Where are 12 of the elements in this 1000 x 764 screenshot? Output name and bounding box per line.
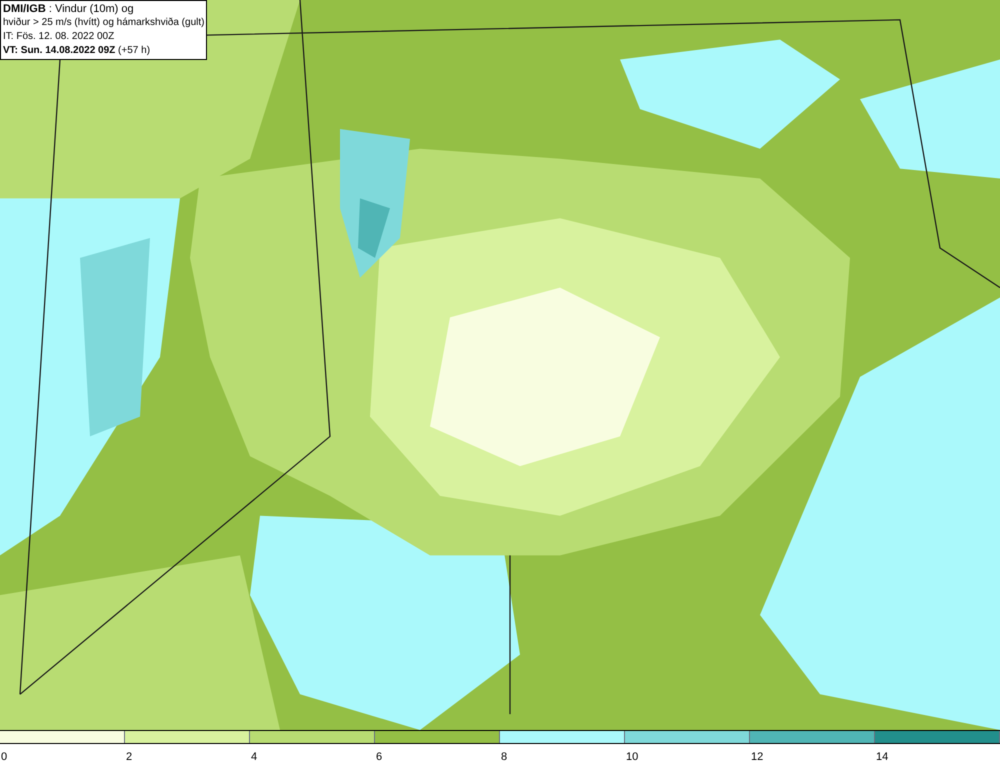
legend-label: 4 bbox=[250, 751, 258, 763]
legend-label: 10 bbox=[625, 751, 638, 763]
legend-label: 0 bbox=[0, 751, 8, 763]
legend-label: 2 bbox=[125, 751, 132, 763]
legend-label: 12 bbox=[750, 751, 764, 763]
legend-label: 14 bbox=[875, 751, 888, 763]
legend-label: 6 bbox=[375, 751, 382, 763]
legend-label: 8 bbox=[500, 751, 508, 763]
info-text: VT: Sun. 14.08.2022 09Z (+57 h) bbox=[3, 44, 152, 58]
info-text: hviður > 25 m/s (hvítt) og hámarkshviða (gult) bbox=[3, 16, 204, 30]
info-text: DMI/IGB : Vindur (10m) og bbox=[3, 2, 135, 16]
info-text: IT: Fös. 12. 08. 2022 00Z bbox=[3, 30, 116, 44]
